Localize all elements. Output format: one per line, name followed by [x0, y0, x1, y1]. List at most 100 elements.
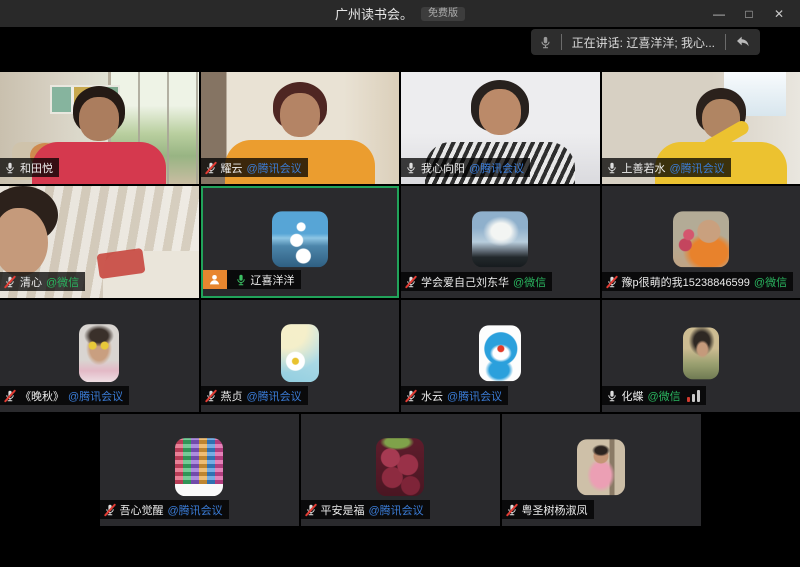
avatar-colorful-emoji-mosaic: [175, 438, 223, 496]
name-label: 燕贞@腾讯会议: [201, 386, 308, 405]
name-label: 豫p很萌的我15238846599@微信: [602, 272, 794, 291]
speaking-indicator-bar: 正在讲话: 辽喜洋洋; 我心...: [531, 29, 760, 55]
platform-suffix: @微信: [648, 388, 681, 404]
participant-name: 化蝶: [622, 388, 644, 404]
participant-tile[interactable]: 水云@腾讯会议: [401, 300, 600, 412]
avatar-cloud-over-mountain: [472, 211, 528, 267]
mic-icon[interactable]: [531, 35, 561, 50]
participant-name: 豫p很萌的我15238846599: [622, 274, 750, 290]
participant-tile[interactable]: 清心@微信: [0, 186, 199, 298]
participant-tile[interactable]: 平安是福@腾讯会议: [301, 414, 500, 526]
participant-name: 《晚秋》: [20, 388, 64, 404]
avatar-daisy-against-sky: [281, 324, 319, 382]
participant-tile[interactable]: 燕贞@腾讯会议: [201, 300, 400, 412]
platform-suffix: @腾讯会议: [447, 388, 502, 404]
grid-row: 清心@微信 辽喜洋洋 学会爱自己刘东华@微信: [0, 186, 800, 298]
avatar-toddler-with-flowers: [673, 211, 729, 267]
platform-suffix: @腾讯会议: [247, 160, 302, 176]
reply-arrow-icon[interactable]: [726, 34, 760, 50]
platform-suffix: @微信: [754, 274, 787, 290]
mic-muted-icon: [405, 389, 417, 403]
close-button[interactable]: ✕: [764, 0, 794, 27]
mic-on-icon: [4, 161, 16, 175]
title-bar: 广州读书会。 免费版 — □ ✕: [0, 0, 800, 27]
participant-name: 辽喜洋洋: [251, 272, 295, 288]
grid-row: 《晚秋》@腾讯会议 燕贞@腾讯会议 水云@腾讯会议: [0, 300, 800, 412]
name-label: 学会爱自己刘东华@微信: [401, 272, 552, 291]
participant-name: 吾心觉醒: [120, 502, 164, 518]
mic-muted-icon: [4, 389, 16, 403]
mic-muted-icon: [506, 503, 518, 517]
mic-on-icon: [606, 389, 618, 403]
mic-muted-icon: [4, 275, 16, 289]
participant-tile[interactable]: 学会爱自己刘东华@微信: [401, 186, 600, 298]
participant-name: 燕贞: [221, 388, 243, 404]
mic-muted-icon: [104, 503, 116, 517]
avatar-raspberries: [376, 438, 424, 496]
participant-tile[interactable]: 粤圣树杨淑凤: [502, 414, 701, 526]
platform-suffix: @腾讯会议: [247, 388, 302, 404]
participant-name: 清心: [20, 274, 42, 290]
now-speaking-text: 正在讲话: 辽喜洋洋; 我心...: [562, 34, 725, 51]
meeting-window: 广州读书会。 免费版 — □ ✕ 正在讲话: 辽喜洋洋; 我心...: [0, 0, 800, 567]
name-label: 水云@腾讯会议: [401, 386, 508, 405]
participant-tile[interactable]: 吾心觉醒@腾讯会议: [100, 414, 299, 526]
mic-on-icon: [405, 161, 417, 175]
signal-strength-icon: [687, 390, 700, 402]
platform-suffix: @微信: [46, 274, 79, 290]
name-label: 耀云@腾讯会议: [201, 158, 308, 177]
participant-tile[interactable]: 我心向阳@腾讯会议: [401, 72, 600, 184]
grid-row: 吾心觉醒@腾讯会议 平安是福@腾讯会议 粤圣树杨淑凤: [0, 414, 800, 526]
participant-tile[interactable]: 上善若水@腾讯会议: [602, 72, 800, 184]
platform-suffix: @微信: [513, 274, 546, 290]
participant-tile[interactable]: 豫p很萌的我15238846599@微信: [602, 186, 800, 298]
avatar-outdoor-portrait: [683, 327, 719, 379]
free-version-badge: 免费版: [421, 7, 465, 21]
person-head: [479, 89, 521, 135]
grid-row: 和田悦 耀云@腾讯会议: [0, 72, 800, 184]
participant-name: 上善若水: [622, 160, 666, 176]
maximize-button[interactable]: □: [734, 0, 764, 27]
name-label: 粤圣树杨淑凤: [502, 500, 594, 519]
name-label: 和田悦: [0, 158, 59, 177]
participant-name: 和田悦: [20, 160, 53, 176]
name-label: 辽喜洋洋: [203, 270, 301, 289]
name-label: 化蝶@微信: [602, 386, 706, 405]
participant-tile-active-speaker[interactable]: 辽喜洋洋: [201, 186, 400, 298]
participant-tile[interactable]: 和田悦: [0, 72, 199, 184]
platform-suffix: @腾讯会议: [168, 502, 223, 518]
name-label: 上善若水@腾讯会议: [602, 158, 731, 177]
platform-suffix: @腾讯会议: [670, 160, 725, 176]
avatar-doraemon-cartoon: [479, 325, 521, 381]
participant-name: 耀云: [221, 160, 243, 176]
person-head: [280, 93, 320, 137]
mic-muted-icon: [405, 275, 417, 289]
window-title: 广州读书会。: [335, 4, 413, 23]
participant-tile[interactable]: 化蝶@微信: [602, 300, 800, 412]
name-label: 我心向阳@腾讯会议: [401, 158, 530, 177]
name-label: 清心@微信: [0, 272, 85, 291]
avatar-woman-in-pink-room: [577, 439, 625, 495]
name-label: 平安是福@腾讯会议: [301, 500, 430, 519]
platform-suffix: @腾讯会议: [369, 502, 424, 518]
participant-name: 学会爱自己刘东华: [421, 274, 509, 290]
mic-muted-icon: [606, 275, 618, 289]
mic-speaking-icon: [235, 273, 247, 287]
video-grid: 和田悦 耀云@腾讯会议: [0, 72, 800, 526]
host-badge-icon: [203, 270, 227, 289]
avatar-portrait-yellow-glasses: [79, 324, 119, 382]
participant-name: 粤圣树杨淑凤: [522, 502, 588, 518]
participant-tile[interactable]: 耀云@腾讯会议: [201, 72, 400, 184]
participant-tile[interactable]: 《晚秋》@腾讯会议: [0, 300, 199, 412]
mic-muted-icon: [305, 503, 317, 517]
platform-suffix: @腾讯会议: [469, 160, 524, 176]
person-head: [79, 97, 119, 141]
mic-muted-icon: [205, 161, 217, 175]
name-label: 《晚秋》@腾讯会议: [0, 386, 129, 405]
participant-name: 平安是福: [321, 502, 365, 518]
name-label: 吾心觉醒@腾讯会议: [100, 500, 229, 519]
mic-muted-icon: [205, 389, 217, 403]
mic-on-icon: [606, 161, 618, 175]
platform-suffix: @腾讯会议: [68, 388, 123, 404]
minimize-button[interactable]: —: [704, 0, 734, 27]
